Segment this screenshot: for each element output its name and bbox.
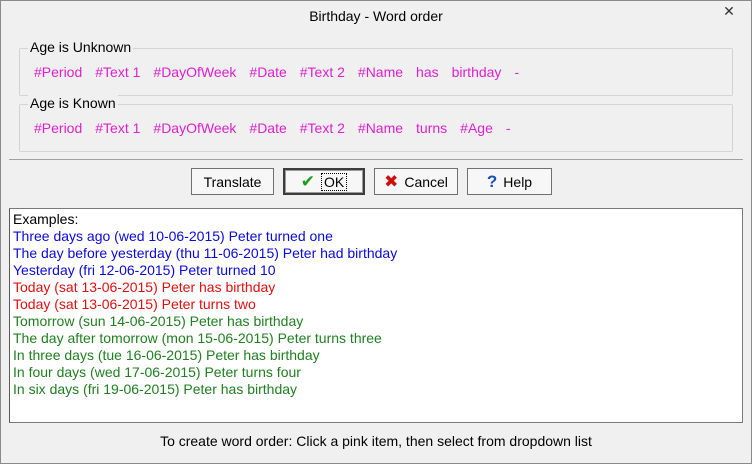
- translate-button[interactable]: Translate: [191, 168, 274, 195]
- word-order-token[interactable]: #Text 1: [95, 120, 140, 136]
- question-icon: ?: [486, 172, 498, 191]
- word-order-token[interactable]: #DayOfWeek: [153, 120, 236, 136]
- close-icon: ✕: [723, 2, 735, 19]
- age-known-tokens: #Period #Text 1 #DayOfWeek #Date #Text 2 #Nam…: [34, 120, 524, 136]
- cancel-button[interactable]: ✖ Cancel: [374, 168, 458, 195]
- age-unknown-group: Age is Unknown #Period #Text 1 #DayOfWeek #…: [19, 39, 733, 96]
- examples-box: Examples: Three days ago (wed 10-06-2015…: [9, 208, 743, 423]
- word-order-token[interactable]: #Text 2: [300, 120, 345, 136]
- example-line: In four days (wed 17-06-2015) Peter turn…: [13, 364, 301, 380]
- word-order-token[interactable]: #Date: [249, 64, 286, 80]
- examples-list: Three days ago (wed 10-06-2015) Peter tu…: [13, 228, 739, 398]
- check-icon: ✔: [300, 172, 315, 191]
- word-order-token[interactable]: #Name: [358, 120, 403, 136]
- help-button[interactable]: ? Help: [467, 168, 552, 195]
- word-order-token[interactable]: #Text 1: [95, 64, 140, 80]
- example-line: Today (sat 13-06-2015) Peter turns two: [13, 296, 256, 312]
- x-icon: ✖: [384, 172, 399, 191]
- example-line: The day before yesterday (thu 11-06-2015…: [13, 245, 398, 261]
- word-order-token[interactable]: has: [416, 64, 439, 80]
- word-order-token[interactable]: #Age: [460, 120, 493, 136]
- example-line: Tomorrow (sun 14-06-2015) Peter has birt…: [13, 313, 304, 329]
- ok-button[interactable]: ✔ OK: [283, 168, 365, 195]
- ok-label: OK: [321, 172, 348, 191]
- examples-header: Examples:: [13, 211, 79, 227]
- word-order-token[interactable]: -: [506, 120, 511, 136]
- example-line: Yesterday (fri 12-06-2015) Peter turned …: [13, 262, 276, 278]
- word-order-token[interactable]: #Date: [249, 120, 286, 136]
- age-known-group: Age is Known #Period #Text 1 #DayOfWeek #Da…: [19, 95, 733, 152]
- cancel-label: Cancel: [404, 173, 448, 190]
- status-text: To create word order: Click a pink item,…: [160, 433, 592, 449]
- example-line: Today (sat 13-06-2015) Peter has birthda…: [13, 279, 276, 295]
- example-line: Three days ago (wed 10-06-2015) Peter tu…: [13, 228, 333, 244]
- window-title: Birthday - Word order: [309, 8, 443, 24]
- word-order-groups: Age is Unknown #Period #Text 1 #DayOfWeek #…: [9, 32, 743, 159]
- word-order-token[interactable]: #Period: [34, 120, 82, 136]
- help-label: Help: [503, 173, 533, 190]
- translate-label: Translate: [203, 173, 262, 190]
- word-order-token[interactable]: #Period: [34, 64, 82, 80]
- status-bar: To create word order: Click a pink item,…: [9, 425, 743, 457]
- button-row: Translate ✔ OK ✖ Cancel ? Help: [191, 168, 561, 195]
- title-bar: Birthday - Word order ✕: [1, 1, 751, 32]
- word-order-token[interactable]: #Text 2: [300, 64, 345, 80]
- word-order-token[interactable]: turns: [416, 120, 447, 136]
- age-unknown-tokens: #Period #Text 1 #DayOfWeek #Date #Text 2 #Nam…: [34, 64, 532, 80]
- word-order-token[interactable]: -: [514, 64, 519, 80]
- age-known-label: Age is Known: [28, 95, 118, 111]
- age-unknown-label: Age is Unknown: [28, 39, 134, 55]
- word-order-token[interactable]: #DayOfWeek: [153, 64, 236, 80]
- close-button[interactable]: ✕: [713, 2, 745, 20]
- word-order-token[interactable]: birthday: [452, 64, 502, 80]
- word-order-token[interactable]: #Name: [358, 64, 403, 80]
- example-line: The day after tomorrow (mon 15-06-2015) …: [13, 330, 382, 346]
- example-line: In three days (tue 16-06-2015) Peter has…: [13, 347, 320, 363]
- birthday-word-order-window: Birthday - Word order ✕ Age is Unknown #…: [0, 0, 752, 464]
- divider: [9, 159, 743, 160]
- example-line: In six days (fri 19-06-2015) Peter has b…: [13, 381, 298, 397]
